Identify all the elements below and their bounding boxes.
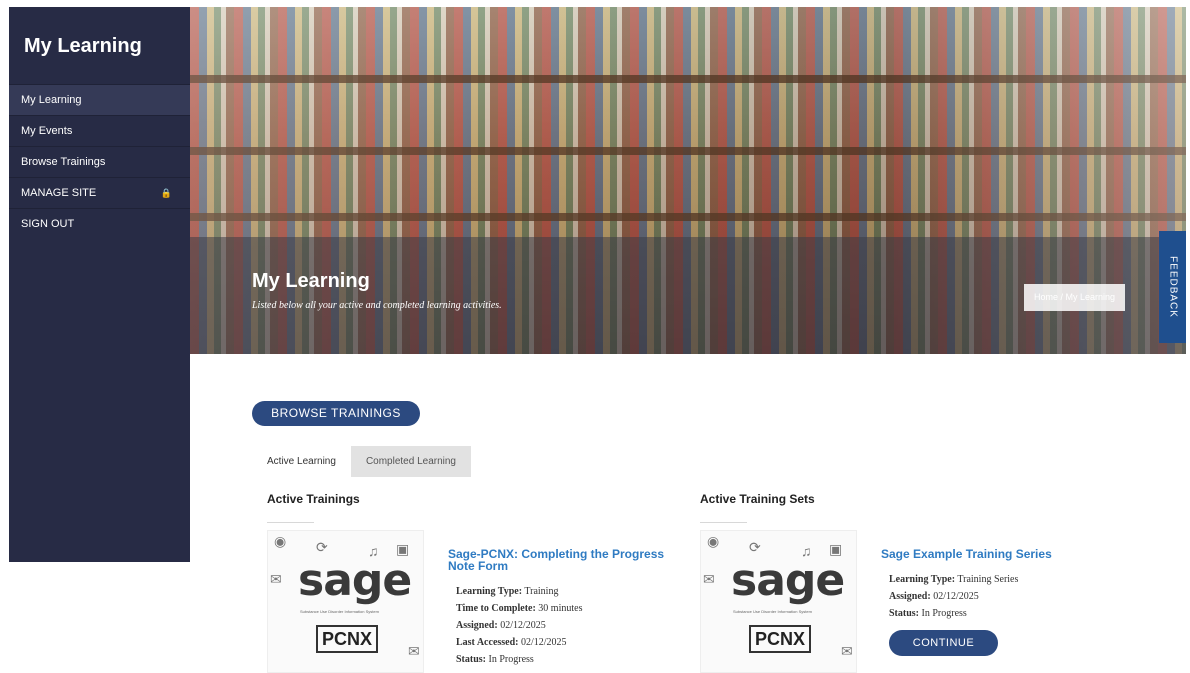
feedback-label: FEEDBACK — [1167, 256, 1178, 318]
meta-learning-type: Learning Type: Training Series — [889, 574, 1019, 585]
sidebar-item-label: MANAGE SITE — [21, 187, 97, 199]
training-set-meta: Learning Type: Training Series Assigned:… — [889, 571, 1018, 622]
meta-last-accessed: Last Accessed: 02/12/2025 — [456, 637, 567, 648]
meta-time-to-complete: Time to Complete: 30 minutes — [456, 603, 583, 614]
training-set-thumbnail[interactable]: ◉ ⟳ ♫ ▣ ✉ ✉ sage Substance Use Disorder … — [700, 530, 857, 673]
section-divider — [267, 522, 314, 523]
breadcrumb-text[interactable]: Home / My Learning — [1034, 292, 1115, 302]
sage-logo: sage — [731, 555, 845, 606]
meta-status: Status: In Progress — [889, 608, 967, 619]
sage-tagline: Substance Use Disorder Information Syste… — [300, 609, 379, 614]
section-divider — [700, 522, 747, 523]
continue-button[interactable]: CONTINUE — [889, 630, 998, 656]
sidebar-item-my-events[interactable]: My Events — [9, 115, 190, 146]
training-meta: Learning Type: Training Time to Complete… — [456, 583, 582, 668]
sage-logo: sage — [298, 555, 412, 606]
training-thumbnail[interactable]: ◉ ⟳ ♫ ▣ ✉ ✉ sage Substance Use Disorder … — [267, 530, 424, 673]
pcnx-badge: PCNX — [749, 625, 811, 653]
sidebar-item-manage-site[interactable]: MANAGE SITE 🔒 — [9, 177, 190, 208]
tab-completed-learning[interactable]: Completed Learning — [350, 446, 471, 477]
tab-active-learning[interactable]: Active Learning — [252, 446, 351, 477]
sidebar-item-my-learning[interactable]: My Learning — [9, 84, 190, 115]
page-title: My Learning — [252, 270, 370, 292]
pcnx-badge: PCNX — [316, 625, 378, 653]
coin-icon: ◉ — [274, 533, 287, 549]
active-trainings-heading: Active Trainings — [267, 492, 360, 506]
mail-icon: ✉ — [408, 643, 420, 659]
browse-trainings-button[interactable]: BROWSE TRAININGS — [252, 401, 420, 426]
refresh-icon: ⟳ — [316, 539, 328, 555]
sidebar-item-sign-out[interactable]: SIGN OUT — [9, 208, 190, 239]
sidebar: My Learning My Learning My Events Browse… — [9, 7, 190, 562]
mail-icon: ✉ — [703, 571, 715, 587]
coin-icon: ◉ — [707, 533, 720, 549]
mail-icon: ✉ — [270, 571, 282, 587]
meta-assigned: Assigned: 02/12/2025 — [456, 620, 546, 631]
training-set-title-link[interactable]: Sage Example Training Series — [881, 548, 1052, 560]
sidebar-nav: My Learning My Events Browse Trainings M… — [9, 84, 190, 239]
refresh-icon: ⟳ — [749, 539, 761, 555]
meta-assigned: Assigned: 02/12/2025 — [889, 591, 979, 602]
page-subtitle: Listed below all your active and complet… — [252, 300, 502, 311]
sage-tagline: Substance Use Disorder Information Syste… — [733, 609, 812, 614]
lock-icon: 🔒 — [160, 188, 172, 198]
training-title-link[interactable]: Sage-PCNX: Completing the Progress Note … — [448, 548, 683, 572]
learning-tabs: Active Learning Completed Learning — [252, 446, 471, 477]
mail-icon: ✉ — [841, 643, 853, 659]
breadcrumb: Home / My Learning — [1024, 284, 1125, 311]
active-training-sets-heading: Active Training Sets — [700, 492, 815, 506]
sidebar-item-browse-trainings[interactable]: Browse Trainings — [9, 146, 190, 177]
feedback-tab[interactable]: FEEDBACK — [1159, 231, 1186, 343]
meta-status: Status: In Progress — [456, 654, 534, 665]
meta-learning-type: Learning Type: Training — [456, 586, 559, 597]
sidebar-title: My Learning — [24, 35, 142, 57]
